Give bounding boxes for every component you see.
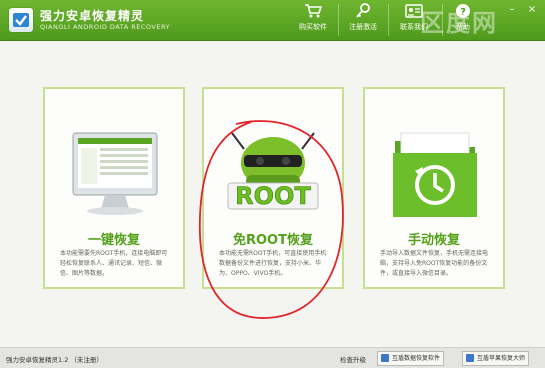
android-root-icon: ROOT — [227, 132, 319, 210]
hudun-data-recovery-label: 互盾数据恢复软件 — [392, 355, 441, 362]
hudun-app-icon — [466, 354, 474, 362]
register-activate-button[interactable]: 注册激活 — [346, 3, 380, 37]
contact-us-label: 联系我们 — [400, 23, 428, 31]
manual-recovery-card[interactable]: 手动恢复 手动导入数据文件恢复，手机无需连接电脑，支持导入免ROOT恢复功能的备… — [363, 87, 505, 289]
close-button[interactable]: × — [525, 4, 539, 16]
main-panel: 一键恢复 本功能需要先ROOT手机，连接电脑即可轻松恢复联系人、通讯记录、短信、… — [0, 41, 545, 347]
hudun-app-icon — [381, 354, 389, 362]
one-click-recovery-card[interactable]: 一键恢复 本功能需要先ROOT手机，连接电脑即可轻松恢复联系人、通讯记录、短信、… — [43, 87, 185, 289]
toolbar-divider — [338, 4, 339, 36]
register-activate-label: 注册激活 — [349, 23, 377, 31]
contact-card-icon — [405, 4, 423, 18]
card-description: 手动导入数据文件恢复，手机无需连接电脑，支持导入免ROOT恢复功能的备份文件，或… — [380, 250, 489, 277]
card-title: 一键恢复 — [87, 233, 140, 248]
folder-restore-icon — [393, 132, 477, 217]
card-description: 本功能需要先ROOT手机，连接电脑即可轻松恢复联系人、通讯记录、短信、微信、图片… — [60, 250, 168, 277]
cart-icon — [305, 4, 322, 18]
status-bar: 强力安卓恢复精灵1.2 （未注册） 检查升级 互盾数据恢复软件 互盾苹果恢复大师 — [0, 347, 545, 368]
no-root-recovery-card[interactable]: ROOT 免ROOT恢复 本功能无需ROOT手机，可直接使用手机数据备份文件进行… — [202, 87, 344, 289]
svg-text:?: ? — [460, 7, 466, 18]
help-label: 帮助 — [456, 23, 470, 31]
toolbar-divider — [442, 4, 443, 36]
hudun-iphone-recovery-button[interactable]: 互盾苹果恢复大师 — [462, 351, 530, 366]
contact-us-button[interactable]: 联系我们 — [396, 3, 432, 37]
buy-software-button[interactable]: 购买软件 — [296, 3, 330, 37]
buy-software-label: 购买软件 — [299, 23, 327, 31]
minimize-button[interactable]: – — [505, 4, 519, 16]
app-title: 强力安卓恢复精灵 — [40, 9, 145, 23]
version-status: 强力安卓恢复精灵1.2 （未注册） — [6, 356, 103, 364]
card-description: 本功能无需ROOT手机，可直接使用手机数据备份文件进行恢复，支持小米、华为、OP… — [219, 250, 327, 277]
app-logo-icon — [9, 8, 33, 32]
toolbar-divider — [388, 4, 389, 36]
hudun-data-recovery-button[interactable]: 互盾数据恢复软件 — [377, 351, 445, 366]
root-art-text: ROOT — [235, 182, 311, 210]
hudun-iphone-recovery-label: 互盾苹果恢复大师 — [477, 355, 526, 362]
help-icon: ? — [456, 4, 470, 18]
monitor-icon — [72, 132, 158, 215]
help-button[interactable]: ? 帮助 — [450, 3, 476, 37]
check-update-link[interactable]: 检查升级 — [340, 354, 366, 364]
card-title: 手动恢复 — [407, 233, 460, 248]
app-subtitle: QIANGLI ANDROID DATA RECOVERY — [40, 23, 171, 31]
key-icon — [356, 3, 370, 18]
card-title: 免ROOT恢复 — [233, 233, 313, 248]
title-bar: 强力安卓恢复精灵 QIANGLI ANDROID DATA RECOVERY 购… — [0, 0, 545, 41]
